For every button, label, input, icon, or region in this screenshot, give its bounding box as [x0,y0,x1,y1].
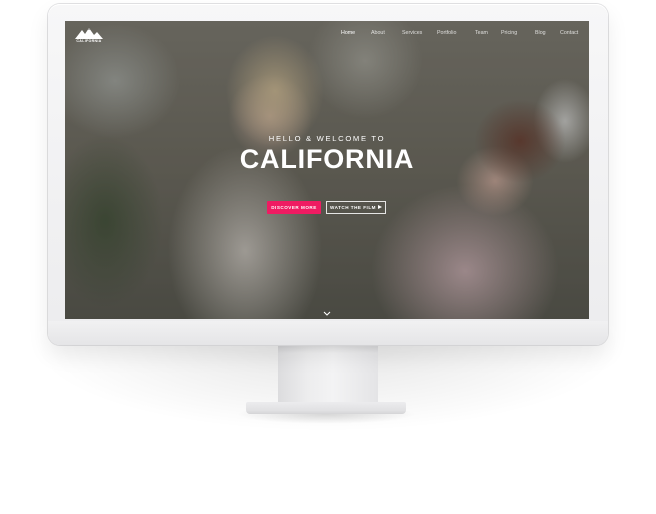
nav-item-contact[interactable]: Contact [560,30,578,36]
nav-item-pricing[interactable]: Pricing [501,30,517,36]
logo-text: CALIFORNIA [76,39,102,43]
hero-title: CALIFORNIA [239,144,415,174]
watch-film-button[interactable]: WATCH THE FILM [326,201,386,214]
monitor-chin [48,321,608,345]
device-mockup: CALIFORNIA Home About Services Portfolio… [0,0,656,514]
monitor-frame: CALIFORNIA Home About Services Portfolio… [48,4,608,345]
monitor-stand-neck [278,345,378,403]
website-screen: CALIFORNIA Home About Services Portfolio… [65,21,589,319]
nav-item-team[interactable]: Team [475,30,488,36]
hero-kicker: HELLO & WELCOME TO [268,134,386,143]
chevron-down-icon [323,311,331,316]
nav-item-portfolio[interactable]: Portfolio [437,30,456,36]
watch-film-label: WATCH THE FILM [330,205,376,210]
discover-more-button[interactable]: DISCOVER MORE [267,201,321,214]
monitor-stand-base [246,402,406,414]
discover-more-label: DISCOVER MORE [271,205,317,210]
nav-item-home[interactable]: Home [341,30,355,36]
nav-item-services[interactable]: Services [402,30,422,36]
site-logo[interactable]: CALIFORNIA [73,27,105,45]
stand-neck-shade [278,345,378,353]
play-icon [377,205,382,210]
nav-item-about[interactable]: About [371,30,385,36]
scroll-down-button[interactable] [321,305,333,316]
nav-item-blog[interactable]: Blog [535,30,546,36]
